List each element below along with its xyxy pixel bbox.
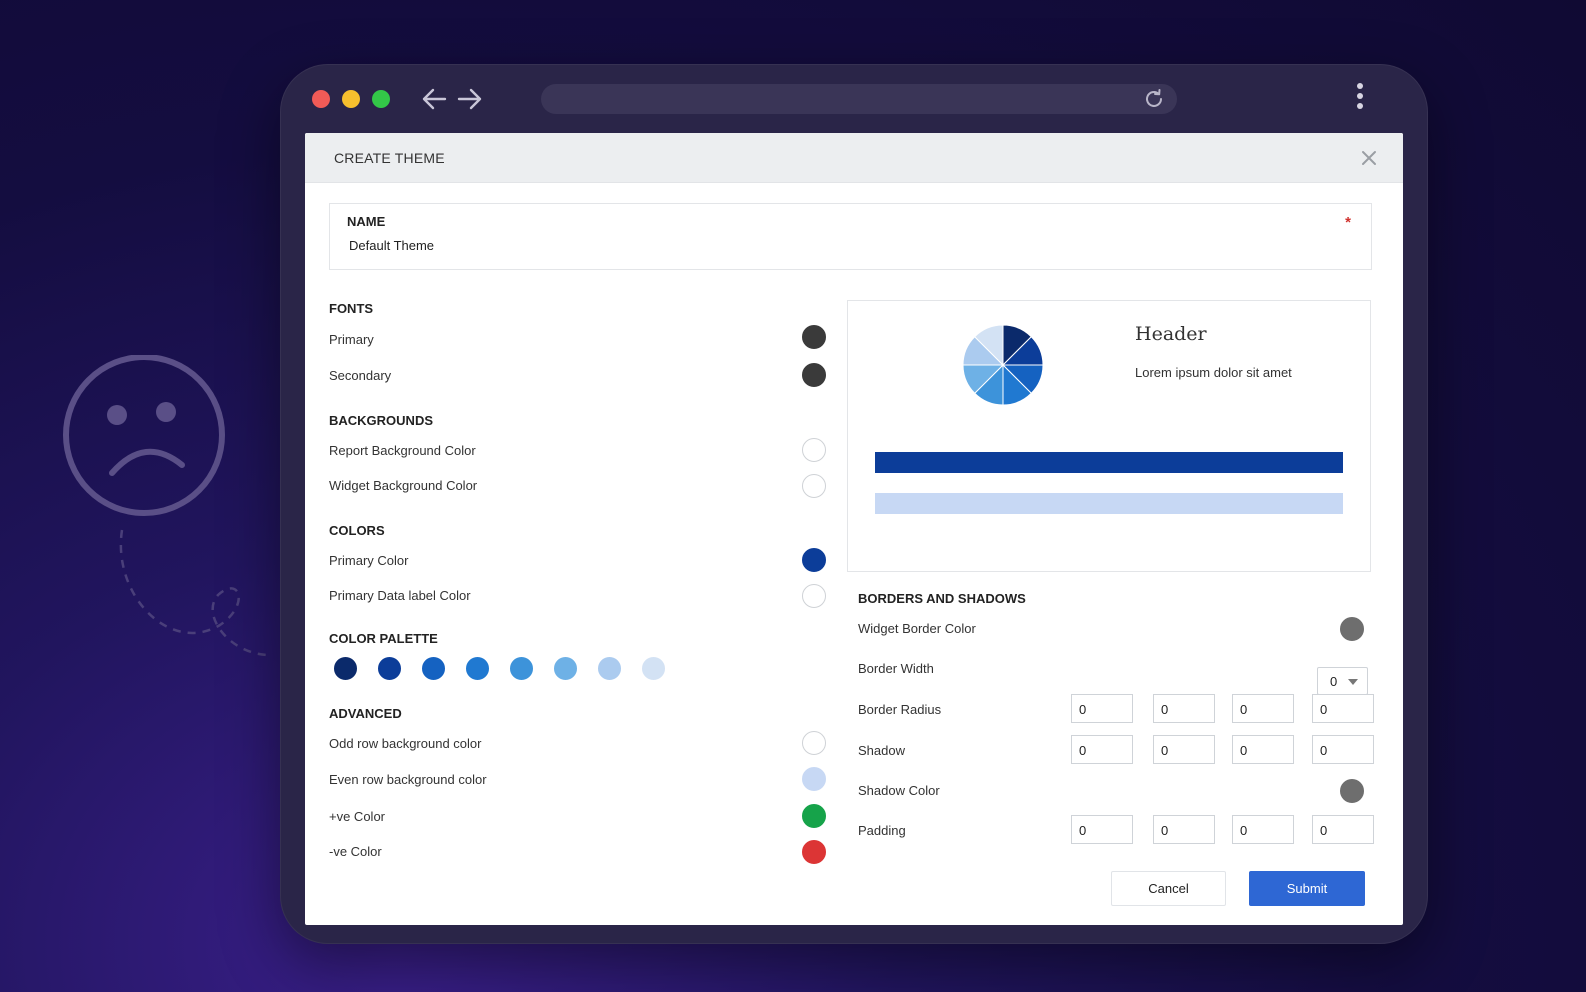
padding-input[interactable]: 0 — [1232, 815, 1294, 844]
negative-color-label: -ve Color — [329, 844, 382, 859]
odd-row-swatch[interactable] — [802, 731, 826, 755]
widget-border-label: Widget Border Color — [858, 621, 976, 636]
palette-swatch[interactable] — [554, 657, 577, 680]
close-icon[interactable] — [1359, 148, 1379, 168]
shadow-color-swatch[interactable] — [1340, 779, 1364, 803]
required-marker: * — [1345, 214, 1351, 231]
dialog-title: CREATE THEME — [334, 149, 445, 166]
primary-color-label: Primary Color — [329, 553, 409, 568]
palette-swatch[interactable] — [334, 657, 357, 680]
border-width-select[interactable]: 0 — [1317, 667, 1368, 695]
font-primary-label: Primary — [329, 332, 374, 347]
advanced-title: ADVANCED — [329, 706, 402, 721]
palette-swatch[interactable] — [422, 657, 445, 680]
widget-border-swatch[interactable] — [1340, 617, 1364, 641]
browser-window: CREATE THEME NAME Default Theme * FONTS … — [280, 64, 1428, 944]
negative-color-swatch[interactable] — [802, 840, 826, 864]
palette-title: COLOR PALETTE — [329, 631, 438, 646]
preview-header: Header — [1135, 323, 1207, 345]
report-bg-swatch[interactable] — [802, 438, 826, 462]
name-field[interactable]: NAME Default Theme * — [329, 203, 1372, 270]
palette-swatch[interactable] — [510, 657, 533, 680]
window-maximize-dot[interactable] — [372, 90, 390, 108]
border-width-label: Border Width — [858, 661, 934, 676]
padding-input[interactable]: 0 — [1312, 815, 1374, 844]
submit-button[interactable]: Submit — [1249, 871, 1365, 906]
padding-input[interactable]: 0 — [1071, 815, 1133, 844]
sad-face-icon — [63, 355, 271, 657]
forward-arrow-icon[interactable] — [456, 85, 484, 113]
preview-primary-bar — [875, 452, 1343, 473]
font-primary-swatch[interactable] — [802, 325, 826, 349]
even-row-label: Even row background color — [329, 772, 487, 787]
border-radius-label: Border Radius — [858, 702, 942, 717]
shadow-label: Shadow — [858, 743, 905, 758]
data-label-color-label: Primary Data label Color — [329, 588, 471, 603]
shadow-color-label: Shadow Color — [858, 783, 940, 798]
odd-row-label: Odd row background color — [329, 736, 482, 751]
fonts-title: FONTS — [329, 301, 374, 316]
widget-bg-swatch[interactable] — [802, 474, 826, 498]
chevron-down-icon — [1348, 679, 1358, 685]
name-label: NAME — [347, 214, 386, 229]
padding-label: Padding — [858, 823, 906, 838]
border-radius-input[interactable]: 0 — [1312, 694, 1374, 723]
shadow-input[interactable]: 0 — [1071, 735, 1133, 764]
dialog-header: CREATE THEME — [305, 133, 1403, 183]
backgrounds-title: BACKGROUNDS — [329, 413, 433, 428]
primary-color-swatch[interactable] — [802, 548, 826, 572]
preview-text: Lorem ipsum dolor sit amet — [1135, 365, 1292, 380]
url-bar[interactable] — [541, 84, 1177, 114]
palette-swatch[interactable] — [598, 657, 621, 680]
font-secondary-label: Secondary — [329, 368, 392, 383]
window-minimize-dot[interactable] — [342, 90, 360, 108]
cancel-button[interactable]: Cancel — [1111, 871, 1226, 906]
shadow-input[interactable]: 0 — [1312, 735, 1374, 764]
report-bg-label: Report Background Color — [329, 443, 476, 458]
borders-title: BORDERS AND SHADOWS — [858, 591, 1026, 606]
back-arrow-icon[interactable] — [420, 85, 448, 113]
preview-pie-chart — [962, 324, 1044, 406]
border-radius-input[interactable]: 0 — [1232, 694, 1294, 723]
palette-swatch[interactable] — [466, 657, 489, 680]
positive-color-label: +ve Color — [329, 809, 385, 824]
colors-title: COLORS — [329, 523, 385, 538]
positive-color-swatch[interactable] — [802, 804, 826, 828]
border-radius-input[interactable]: 0 — [1071, 694, 1133, 723]
shadow-input[interactable]: 0 — [1153, 735, 1215, 764]
create-theme-dialog: CREATE THEME NAME Default Theme * FONTS … — [305, 133, 1403, 925]
name-input[interactable]: Default Theme — [347, 238, 1354, 253]
reload-icon[interactable] — [1143, 88, 1165, 110]
palette-swatch[interactable] — [642, 657, 665, 680]
widget-bg-label: Widget Background Color — [329, 478, 478, 493]
border-width-value: 0 — [1330, 674, 1338, 689]
even-row-swatch[interactable] — [802, 767, 826, 791]
theme-preview: Header Lorem ipsum dolor sit amet — [847, 300, 1371, 572]
palette-swatch[interactable] — [378, 657, 401, 680]
window-close-dot[interactable] — [312, 90, 330, 108]
more-menu-icon[interactable] — [1355, 83, 1365, 115]
font-secondary-swatch[interactable] — [802, 363, 826, 387]
preview-secondary-bar — [875, 493, 1343, 514]
padding-input[interactable]: 0 — [1153, 815, 1215, 844]
shadow-input[interactable]: 0 — [1232, 735, 1294, 764]
data-label-color-swatch[interactable] — [802, 584, 826, 608]
border-radius-input[interactable]: 0 — [1153, 694, 1215, 723]
